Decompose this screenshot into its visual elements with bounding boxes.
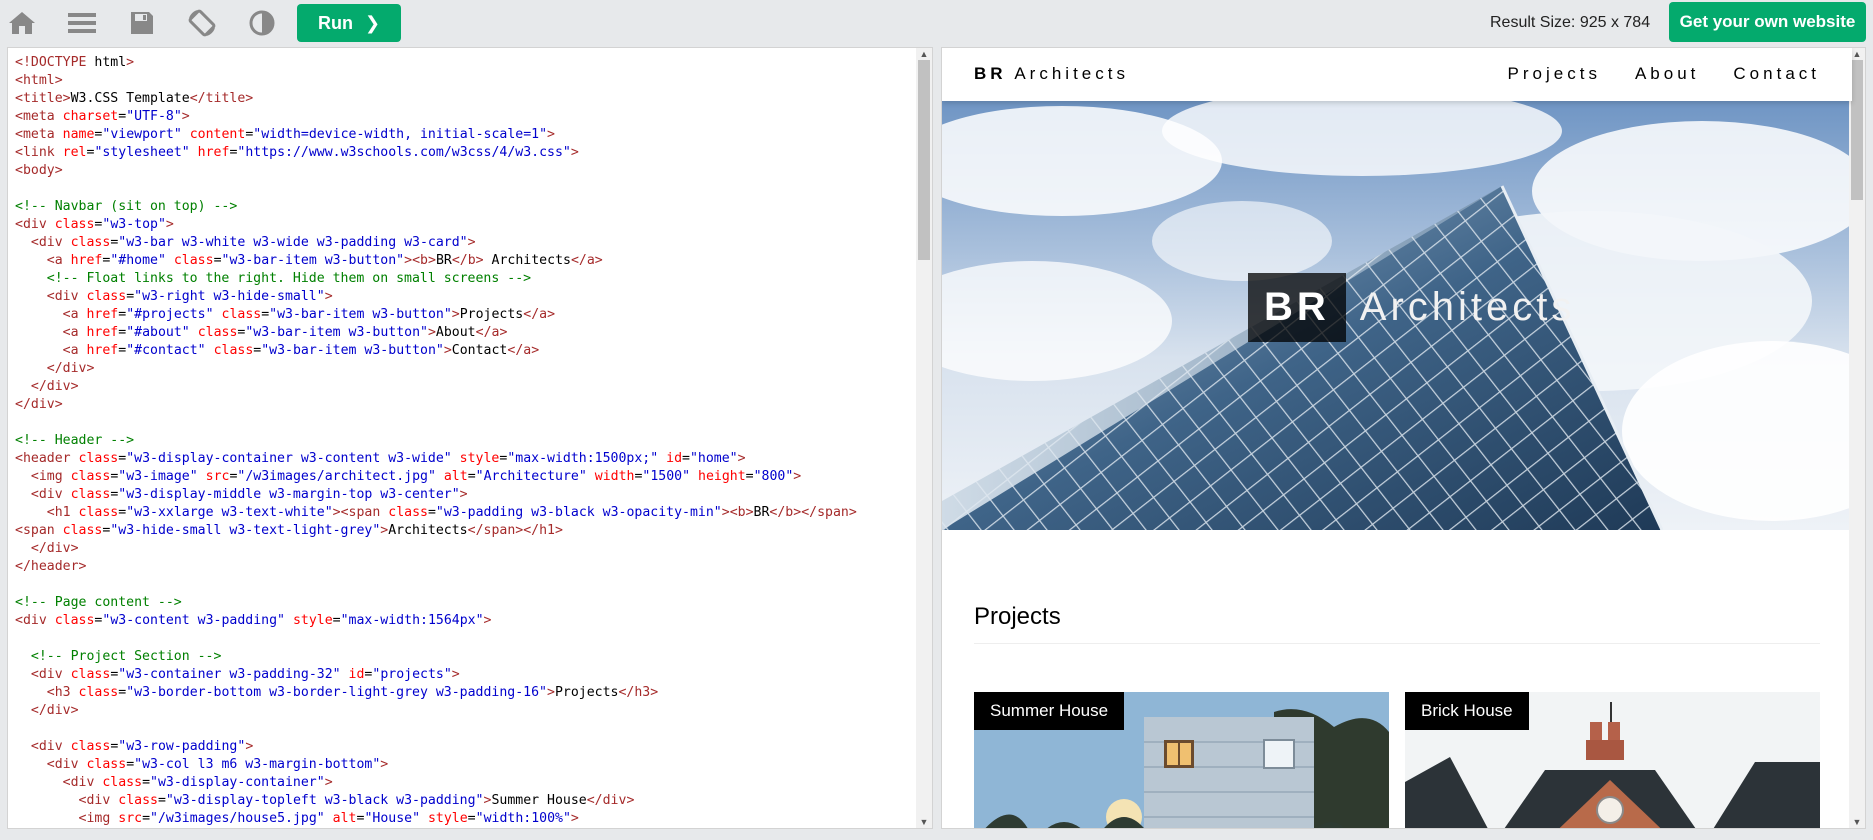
menu-icon[interactable] (66, 7, 98, 39)
brand-link[interactable]: BR Architects (974, 64, 1129, 84)
scroll-down-icon[interactable]: ▼ (916, 816, 932, 828)
result-size-text: Result Size: 925 x 784 (1490, 14, 1651, 31)
get-your-own-website-button[interactable]: Get your own website (1669, 2, 1866, 42)
run-label: Run (317, 12, 353, 33)
projects-heading: Projects (974, 603, 1820, 644)
chevron-right-icon: ❯ (364, 12, 381, 33)
hero-title: BR Architects (1248, 273, 1575, 342)
result-scrollbar-thumb[interactable] (1851, 60, 1863, 200)
toolbar: Run ❯ Result Size: 925 x 784 Get your ow… (0, 0, 1873, 46)
hero-title-bold: BR (1248, 273, 1346, 342)
nav-link-contact[interactable]: Contact (1733, 64, 1820, 84)
code-editor[interactable]: <!DOCTYPE html> <html> <title>W3.CSS Tem… (7, 47, 933, 829)
result-scroll-down-icon[interactable]: ▼ (1849, 816, 1865, 828)
panel-resize-handle[interactable] (933, 47, 941, 829)
code-scrollbar[interactable]: ▲ ▼ (916, 48, 932, 828)
nav-link-about[interactable]: About (1635, 64, 1699, 84)
nav-links: Projects About Contact (1474, 64, 1820, 84)
code-scrollbar-thumb[interactable] (918, 60, 930, 260)
result-navbar: BR Architects Projects About Contact (942, 48, 1852, 101)
code-text[interactable]: <!DOCTYPE html> <html> <title>W3.CSS Tem… (15, 54, 857, 828)
theme-contrast-icon[interactable] (246, 7, 278, 39)
result-preview: BR Architects Projects About Contact BR … (941, 47, 1866, 829)
scroll-up-icon[interactable]: ▲ (916, 48, 932, 60)
brand-text: Architects (1006, 64, 1129, 83)
hero-title-text: Architects (1359, 285, 1576, 329)
card-label: Summer House (974, 692, 1125, 730)
nav-link-projects[interactable]: Projects (1508, 64, 1601, 84)
home-icon[interactable] (6, 7, 38, 39)
hero-image: BR Architects (942, 101, 1852, 530)
rotate-icon[interactable] (186, 7, 218, 39)
result-scrollbar[interactable]: ▲ ▼ (1849, 48, 1865, 828)
run-button[interactable]: Run ❯ (297, 4, 401, 42)
save-icon[interactable] (126, 7, 158, 39)
project-card-summer-house: Summer House (974, 692, 1389, 828)
card-label: Brick House (1405, 692, 1529, 730)
project-card-brick-house: Brick House (1405, 692, 1820, 828)
brand-bold: BR (974, 64, 1007, 83)
